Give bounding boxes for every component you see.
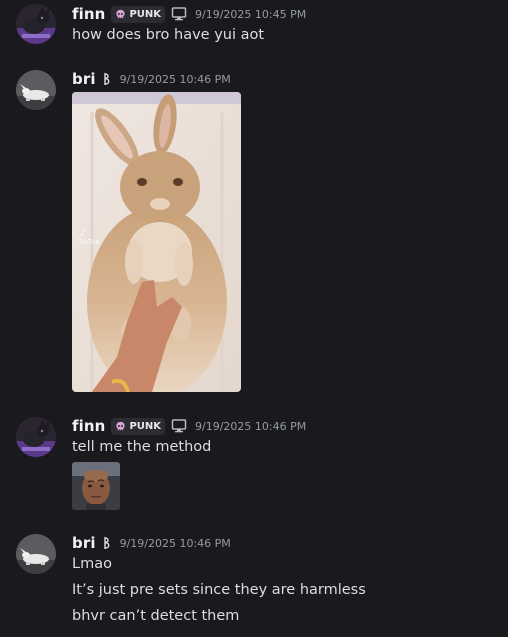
message-text: It’s just pre sets since they are harmle…	[72, 582, 366, 598]
tiktok-watermark: TikTok	[77, 238, 100, 246]
timestamp[interactable]: 9/19/2025 10:46 PM	[120, 73, 231, 86]
message-group: finn PUNK 9/19/2025 10:46 PM tell me the…	[0, 412, 508, 517]
username[interactable]: finn	[72, 5, 105, 23]
avatar[interactable]	[16, 4, 56, 44]
avatar[interactable]	[16, 534, 56, 574]
username[interactable]: bri	[72, 534, 96, 552]
beta-badge-icon	[102, 536, 112, 550]
reaction-image[interactable]	[72, 462, 120, 510]
beta-badge-icon	[102, 72, 112, 86]
tag-label: PUNK	[129, 8, 162, 20]
avatar[interactable]	[16, 417, 56, 457]
username[interactable]: bri	[72, 70, 96, 88]
message-header: finn PUNK 9/19/2025 10:46 PM	[72, 416, 306, 436]
server-tag[interactable]: PUNK	[111, 5, 166, 23]
message-header: bri 9/19/2025 10:46 PM	[72, 69, 231, 89]
message-header: finn PUNK 9/19/2025 10:45 PM	[72, 4, 306, 24]
rabbit-video-image[interactable]: TikTok ♪	[72, 92, 241, 392]
svg-text:♪: ♪	[80, 229, 86, 239]
message-group: finn PUNK 9/19/2025 10:45 PM how does br…	[0, 0, 508, 60]
timestamp[interactable]: 9/19/2025 10:46 PM	[120, 537, 231, 550]
avatar[interactable]	[16, 70, 56, 110]
skull-icon	[116, 421, 126, 430]
timestamp[interactable]: 9/19/2025 10:46 PM	[195, 420, 306, 433]
timestamp[interactable]: 9/19/2025 10:45 PM	[195, 8, 306, 21]
server-tag[interactable]: PUNK	[111, 417, 166, 435]
message-header: bri 9/19/2025 10:46 PM	[72, 533, 231, 553]
message-text: bhvr can’t detect them	[72, 608, 240, 624]
chat-messages: finn PUNK 9/19/2025 10:45 PM how does br…	[0, 0, 508, 637]
skull-icon	[116, 9, 126, 18]
message-group: bri 9/19/2025 10:46 PM Lmao It’s just pr…	[0, 530, 508, 637]
message-text: Lmao	[72, 556, 112, 572]
message-group: bri 9/19/2025 10:46 PM TikTok ♪	[0, 66, 508, 396]
message-text: tell me the method	[72, 439, 212, 455]
tag-label: PUNK	[129, 420, 162, 432]
username[interactable]: finn	[72, 417, 105, 435]
monitor-icon	[171, 7, 187, 21]
message-text: how does bro have yui aot	[72, 27, 265, 43]
monitor-icon	[171, 419, 187, 433]
